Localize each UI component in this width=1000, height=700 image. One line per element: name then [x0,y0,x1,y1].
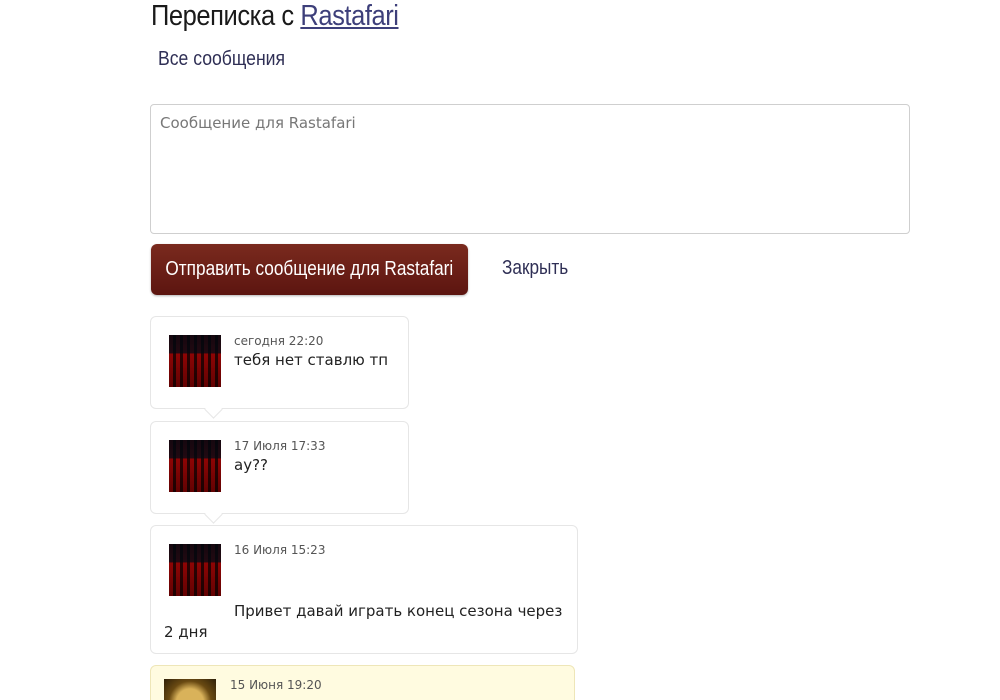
message-item-unread: 15 Июня 19:20 [150,665,575,700]
user-profile-link[interactable]: Rastafari [300,0,399,32]
message-item: 16 Июля 15:23 Привет давай играть конец … [150,525,578,654]
message-date: 16 Июля 15:23 [234,543,326,557]
message-date: 15 Июня 19:20 [230,678,322,692]
message-tail [204,400,223,419]
avatar[interactable] [169,440,221,492]
message-tail [204,505,223,524]
avatar[interactable] [169,335,221,387]
message-composer [150,104,910,234]
page-title-prefix: Переписка с [151,0,294,32]
page-title: Переписка с Rastafari [151,0,399,33]
message-text: Привет давай играть конец сезона через 2… [164,602,563,641]
message-date: сегодня 22:20 [234,334,324,348]
message-input[interactable] [151,105,909,233]
send-message-label: Отправить сообщение для Rastafari [165,258,454,280]
conversation-page: Переписка с Rastafari Все сообщения Отпр… [0,0,1000,700]
message-item: сегодня 22:20 тебя нет ставлю тп [150,316,409,419]
avatar[interactable] [169,544,221,596]
all-messages-link[interactable]: Все сообщения [158,48,285,71]
send-message-button[interactable]: Отправить сообщение для Rastafari [151,244,468,295]
close-button[interactable]: Закрыть [502,257,568,280]
message-item: 17 Июля 17:33 ау?? [150,421,409,524]
avatar[interactable] [164,679,216,700]
message-text: ау?? [234,456,268,474]
message-date: 17 Июля 17:33 [234,439,326,453]
message-text: тебя нет ставлю тп [234,351,389,369]
